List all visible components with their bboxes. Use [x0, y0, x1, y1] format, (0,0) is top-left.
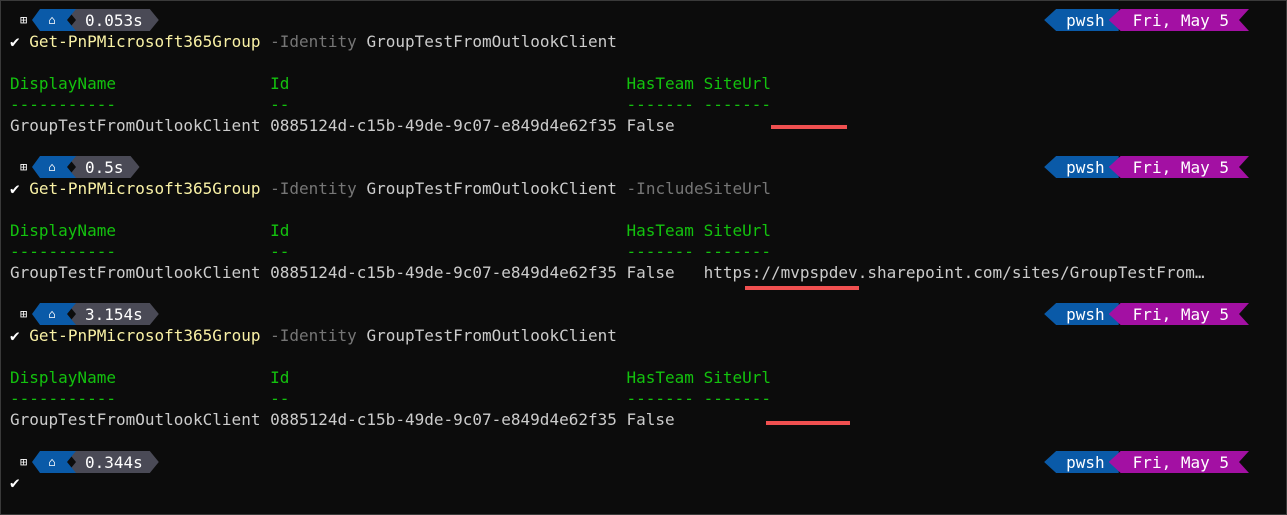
command-line[interactable]: ✔: [10, 472, 20, 494]
shell-name: pwsh: [1044, 303, 1119, 325]
prompt-date: Fri, May 5: [1109, 303, 1249, 325]
highlight-underline: [745, 286, 859, 290]
parameter: -Identity: [270, 32, 357, 51]
highlight-underline: [766, 421, 850, 425]
home-icon: ⌂: [32, 303, 76, 325]
check-icon: ✔: [10, 473, 20, 492]
home-icon: ⌂: [32, 451, 76, 473]
shell-name: pwsh: [1044, 9, 1119, 31]
cmdlet: Get-PnPMicrosoft365Group: [29, 179, 261, 198]
table-header: DisplayName Id HasTeam SiteUrl: [10, 221, 771, 240]
elapsed-time: 0.5s: [67, 156, 140, 178]
prompt-right: pwsh Fri, May 5: [1044, 9, 1249, 31]
shell-name: pwsh: [1044, 451, 1119, 473]
check-icon: ✔: [10, 326, 20, 345]
elapsed-time: 3.154s: [67, 303, 159, 325]
highlight-underline: [771, 125, 847, 129]
prompt-right: pwsh Fri, May 5: [1044, 303, 1249, 325]
cmdlet: Get-PnPMicrosoft365Group: [29, 32, 261, 51]
prompt-bar: ⊞ ⌂ 0.344s: [12, 451, 159, 473]
table-header: DisplayName Id HasTeam SiteUrl: [10, 74, 771, 93]
check-icon: ✔: [10, 32, 20, 51]
prompt-date: Fri, May 5: [1109, 451, 1249, 473]
command-line[interactable]: ✔ Get-PnPMicrosoft365Group -Identity Gro…: [10, 325, 617, 347]
home-icon: ⌂: [32, 156, 76, 178]
parameter: -IncludeSiteUrl: [626, 179, 772, 198]
parameter: -Identity: [270, 326, 357, 345]
elapsed-time: 0.344s: [67, 451, 159, 473]
check-icon: ✔: [10, 179, 20, 198]
table-row: GroupTestFromOutlookClient 0885124d-c15b…: [10, 263, 1205, 282]
table-underline: ----------- -- ------- -------: [10, 389, 771, 408]
table-underline: ----------- -- ------- -------: [10, 95, 771, 114]
table-row: GroupTestFromOutlookClient 0885124d-c15b…: [10, 410, 675, 429]
parameter: -Identity: [270, 179, 357, 198]
cmdlet: Get-PnPMicrosoft365Group: [29, 326, 261, 345]
table-row: GroupTestFromOutlookClient 0885124d-c15b…: [10, 116, 675, 135]
command-line[interactable]: ✔ Get-PnPMicrosoft365Group -Identity Gro…: [10, 31, 617, 53]
argument: GroupTestFromOutlookClient: [366, 326, 617, 345]
argument: GroupTestFromOutlookClient: [366, 32, 617, 51]
prompt-date: Fri, May 5: [1109, 9, 1249, 31]
table-underline: ----------- -- ------- -------: [10, 242, 771, 261]
prompt-right: pwsh Fri, May 5: [1044, 156, 1249, 178]
prompt-bar: ⊞ ⌂ 3.154s: [12, 303, 159, 325]
elapsed-time: 0.053s: [67, 9, 159, 31]
prompt-date: Fri, May 5: [1109, 156, 1249, 178]
prompt-right: pwsh Fri, May 5: [1044, 451, 1249, 473]
prompt-bar: ⊞ ⌂ 0.5s: [12, 156, 140, 178]
shell-name: pwsh: [1044, 156, 1119, 178]
command-line[interactable]: ✔ Get-PnPMicrosoft365Group -Identity Gro…: [10, 178, 771, 200]
prompt-bar: ⊞ ⌂ 0.053s: [12, 9, 159, 31]
home-icon: ⌂: [32, 9, 76, 31]
table-header: DisplayName Id HasTeam SiteUrl: [10, 368, 771, 387]
argument: GroupTestFromOutlookClient: [366, 179, 617, 198]
